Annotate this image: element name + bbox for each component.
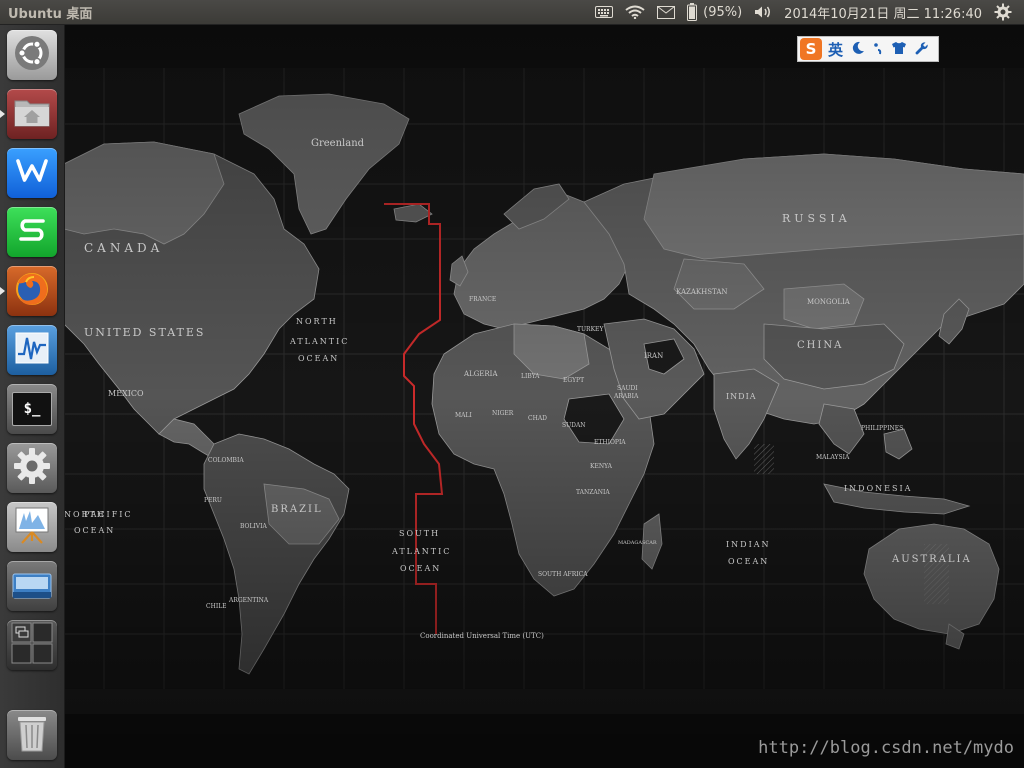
label-france: FRANCE [469,296,496,303]
label-tanzania: TANZANIA [576,489,610,496]
launcher-item-terminal[interactable]: $_ [7,384,57,434]
launcher-item-wps-writer[interactable] [7,148,57,198]
launcher-item-presentation[interactable] [7,502,57,552]
launcher-item-system-monitor[interactable] [7,325,57,375]
label-turkey: TURKEY [577,326,604,333]
launcher-item-wps-spreadsheets[interactable] [7,207,57,257]
wps-spreadsheets-icon [17,217,47,247]
label-north-atlantic-1: NORTH [296,317,338,326]
label-chile: CHILE [206,603,227,610]
watermark-url: http://blog.csdn.net/mydo [758,738,1014,758]
label-greenland: Greenland [311,138,365,149]
label-india: INDIA [726,392,757,401]
label-north-atlantic-2: ATLANTIC [289,337,349,346]
launcher-item-dash-home[interactable] [7,30,57,80]
world-map: Greenland CANADA UNITED STATES MEXICO NO… [64,24,1024,768]
label-philippines: PHILIPPINES [861,425,903,432]
label-saudi-1: SAUDI [617,385,638,392]
label-mali: MALI [455,412,472,419]
launcher: $_ [0,24,65,768]
top-panel: Ubuntu 桌面 (95%) 2014年10月21日 周二 11:26:40 [0,0,1024,24]
label-south-africa: SOUTH AFRICA [538,571,588,578]
datetime[interactable]: 2014年10月21日 周二 11:26:40 [778,0,988,24]
terminal-icon: $_ [12,392,52,426]
label-niger: NIGER [492,410,514,417]
desktop-wallpaper: Greenland CANADA UNITED STATES MEXICO NO… [64,24,1024,768]
label-kazakhstan: KAZAKHSTAN [676,288,728,296]
gear-icon[interactable] [988,0,1018,24]
shirt-icon[interactable] [891,40,907,59]
label-ethiopia: ETHIOPIA [594,439,626,446]
label-mexico: MEXICO [108,389,144,398]
label-bolivia: BOLIVIA [240,523,267,530]
label-malaysia: MALAYSIA [816,454,850,461]
label-indian-1: INDIAN [726,540,771,549]
label-australia: AUSTRALIA [891,554,972,565]
workspace-switcher-icon [11,622,53,668]
moon-icon[interactable] [851,40,865,59]
settings-gear-icon [12,446,52,490]
running-indicator [0,110,5,118]
label-madagascar: MADAGASCAR [618,540,657,546]
launcher-item-workspace-switcher[interactable] [7,620,57,670]
scanner-icon [11,566,53,606]
label-iran: IRAN [644,352,663,360]
running-indicator [0,287,5,295]
label-south-atlantic-1: SOUTH [399,529,440,538]
label-utc: Coordinated Universal Time (UTC) [420,632,544,640]
label-saudi-2: ARABIA [613,393,639,400]
battery-percent[interactable]: (95%) [703,0,748,24]
label-sudan: SUDAN [562,422,586,429]
wps-writer-icon [15,158,49,188]
trash-icon [15,713,49,757]
label-united-states: UNITED STATES [84,326,205,339]
label-peru: PERU [204,497,222,504]
firefox-icon [12,269,52,313]
map-vignette [64,24,1024,768]
wifi-icon[interactable] [619,0,651,24]
label-north-pacific-3: OCEAN [74,526,115,535]
label-libya: LIBYA [521,373,540,380]
launcher-item-files[interactable] [7,89,57,139]
keyboard-icon[interactable] [589,0,619,24]
label-chad: CHAD [528,415,547,422]
ime-mode-english[interactable]: 英 [828,39,843,60]
punctuation-icon[interactable] [873,40,883,59]
label-south-atlantic-2: ATLANTIC [391,547,451,556]
label-algeria: ALGERIA [463,370,498,378]
launcher-item-firefox[interactable] [7,266,57,316]
launcher-item-trash[interactable] [7,710,57,760]
presentation-icon [12,505,52,549]
launcher-item-system-settings[interactable] [7,443,57,493]
label-south-atlantic-3: OCEAN [400,564,441,573]
label-indian-2: OCEAN [728,557,769,566]
system-monitor-icon [13,330,51,370]
volume-icon[interactable] [748,0,778,24]
label-north-atlantic-3: OCEAN [298,354,339,363]
mail-icon[interactable] [651,0,681,24]
label-colombia: COLOMBIA [208,457,244,464]
label-argentina: ARGENTINA [228,597,269,604]
label-brazil: BRAZIL [271,504,323,515]
terminal-prompt: $_ [23,401,41,417]
label-china: CHINA [797,340,843,351]
home-folder-icon [12,95,52,133]
sogou-logo-icon[interactable]: S [800,38,822,60]
wrench-icon[interactable] [915,40,929,59]
launcher-item-scanner[interactable] [7,561,57,611]
label-indonesia: INDONESIA [844,484,912,493]
ubuntu-logo-icon [13,34,51,76]
label-mongolia: MONGOLIA [807,298,851,306]
ime-status-bar[interactable]: S 英 [797,36,939,62]
label-canada: CANADA [84,241,163,255]
app-title: Ubuntu 桌面 [8,6,93,22]
label-north-pacific-2: PACIFIC [84,510,133,519]
battery-icon[interactable] [681,0,703,24]
label-russia: RUSSIA [782,212,851,225]
indicator-area: (95%) 2014年10月21日 周二 11:26:40 [589,0,1018,24]
label-egypt: EGYPT [563,377,584,384]
label-kenya: KENYA [590,463,613,470]
